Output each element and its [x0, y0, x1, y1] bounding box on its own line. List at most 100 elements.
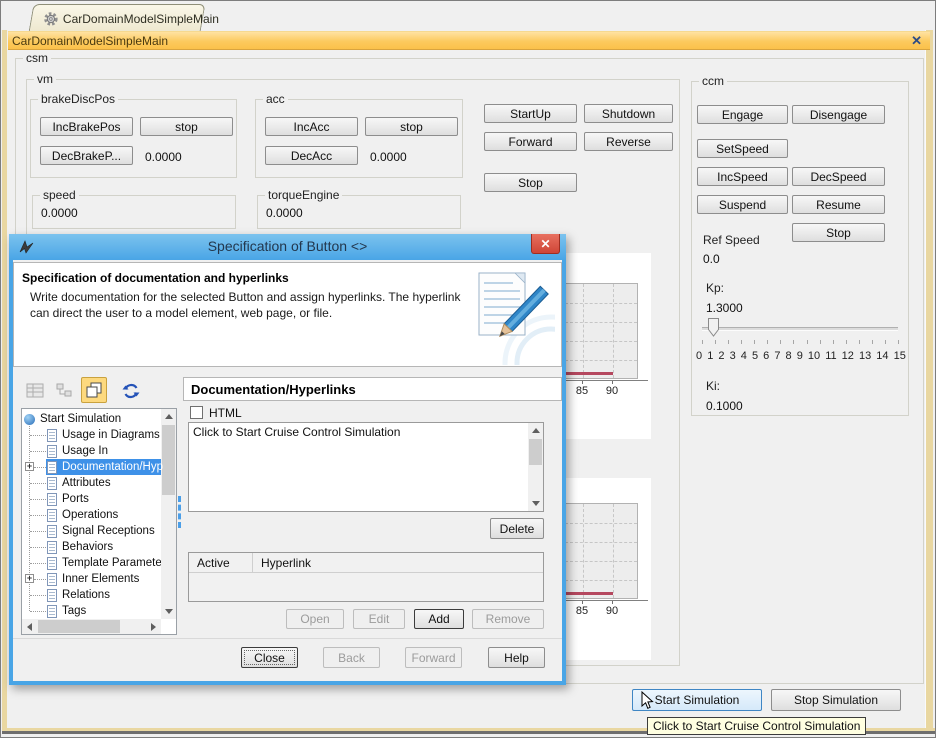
tree-item-documentation[interactable]: Documentation/Hyp [47, 459, 163, 475]
incspeed-button[interactable]: IncSpeed [697, 167, 788, 186]
tree-item-usage-in[interactable]: Usage In [47, 443, 108, 459]
document-icon [47, 477, 57, 490]
content-panel-header: Documentation/Hyperlinks [183, 377, 562, 401]
document-icon [47, 493, 57, 506]
textarea-scrollbar[interactable] [528, 423, 543, 511]
expander-plus-icon[interactable]: + [25, 574, 34, 583]
column-divider [252, 553, 253, 572]
dialog-header-description: Write documentation for the selected But… [30, 289, 460, 321]
shutdown-button[interactable]: Shutdown [584, 104, 673, 123]
expander-plus-icon[interactable]: + [25, 462, 34, 471]
back-button[interactable]: Back [323, 647, 380, 668]
standard-mode-icon[interactable] [81, 377, 107, 403]
column-hyperlink[interactable]: Hyperlink [261, 556, 311, 570]
splitter-handle[interactable] [178, 496, 181, 528]
tree-vertical-scrollbar[interactable] [161, 409, 176, 619]
decspeed-button[interactable]: DecSpeed [792, 167, 885, 186]
chart-2-tick-85: 85 [571, 605, 593, 617]
content-panel-title: Documentation/Hyperlinks [184, 378, 561, 397]
tree-item-behaviors[interactable]: Behaviors [47, 539, 113, 555]
scroll-right-icon[interactable] [146, 619, 161, 634]
tree-item-attributes[interactable]: Attributes [47, 475, 111, 491]
document-icon [47, 429, 57, 442]
incacc-button[interactable]: IncAcc [265, 117, 358, 136]
decacc-button[interactable]: DecAcc [265, 146, 358, 165]
tooltip: Click to Start Cruise Control Simulation [647, 717, 866, 735]
forward-button-dialog[interactable]: Forward [405, 647, 462, 668]
stop-simulation-button[interactable]: Stop Simulation [771, 689, 901, 711]
diagram-gear-icon [44, 12, 58, 26]
tree-item-relations[interactable]: Relations [47, 587, 110, 603]
document-icon [47, 557, 57, 570]
dialog-footer-separator [13, 638, 562, 639]
disengage-button[interactable]: Disengage [792, 105, 885, 124]
group-torqueengine-label: torqueEngine [265, 188, 342, 202]
add-button[interactable]: Add [414, 609, 464, 629]
dialog-header-title: Specification of documentation and hyper… [22, 271, 289, 285]
kp-slider-thumb[interactable] [708, 318, 720, 340]
refresh-icon[interactable] [121, 381, 141, 404]
mouse-cursor [641, 691, 655, 714]
specification-dialog: Specification of Button <> ✕ Specificati… [9, 234, 566, 685]
column-active[interactable]: Active [197, 556, 230, 570]
torqueengine-value: 0.0000 [266, 206, 303, 220]
document-icon [47, 573, 57, 586]
tree-view-icon[interactable] [55, 382, 75, 403]
delete-button[interactable]: Delete [490, 518, 544, 539]
resume-button[interactable]: Resume [792, 195, 885, 214]
tree-item-signal-receptions[interactable]: Signal Receptions [47, 523, 155, 539]
properties-table-icon[interactable] [26, 382, 46, 403]
gridline [583, 504, 584, 598]
decbrakepos-button[interactable]: DecBrakeP... [40, 146, 133, 165]
open-button[interactable]: Open [286, 609, 344, 629]
ccm-stop-button[interactable]: Stop [792, 223, 885, 242]
group-speed-label: speed [40, 188, 79, 202]
reverse-button[interactable]: Reverse [584, 132, 673, 151]
group-ccm: ccm [691, 81, 909, 416]
html-checkbox[interactable] [190, 406, 203, 419]
chart-1-tick-90: 90 [601, 385, 623, 397]
tree-item-template-parameters[interactable]: Template Paramete [47, 555, 162, 571]
frame-close-icon[interactable]: ✕ [911, 33, 922, 49]
tree-horizontal-scrollbar[interactable] [22, 619, 161, 634]
group-csm-label: csm [23, 51, 51, 65]
tree-item-tags[interactable]: Tags [47, 603, 86, 619]
scroll-left-icon[interactable] [22, 619, 37, 634]
edit-button[interactable]: Edit [353, 609, 405, 629]
startup-button[interactable]: StartUp [484, 104, 577, 123]
app-window: CarDomainModelSimpleMain CarDomainModelS… [0, 0, 936, 738]
scroll-up-icon[interactable] [161, 409, 176, 424]
document-icon [47, 509, 57, 522]
tree-item-operations[interactable]: Operations [47, 507, 118, 523]
tab-car-domain-model[interactable]: CarDomainModelSimpleMain [29, 4, 206, 32]
dialog-close-button[interactable]: ✕ [531, 234, 560, 254]
kp-slider-ticks [702, 340, 899, 344]
remove-button[interactable]: Remove [472, 609, 544, 629]
kp-slider-track[interactable] [702, 327, 898, 331]
document-icon [47, 541, 57, 554]
tree-item-usage-in-diagrams[interactable]: Usage in Diagrams [47, 427, 160, 443]
magicdraw-logo-icon [18, 239, 35, 258]
brake-stop-button[interactable]: stop [140, 117, 233, 136]
engage-button[interactable]: Engage [697, 105, 788, 124]
tree-item-inner-elements[interactable]: Inner Elements [47, 571, 139, 587]
incbrakepos-button[interactable]: IncBrakePos [40, 117, 133, 136]
kp-slider-tick-labels: 0123456789101112131415 [696, 350, 906, 362]
vm-stop-button[interactable]: Stop [484, 173, 577, 192]
suspend-button[interactable]: Suspend [697, 195, 788, 214]
tree-root[interactable]: Start Simulation [24, 411, 121, 427]
documentation-textarea[interactable]: Click to Start Cruise Control Simulation [188, 422, 544, 512]
group-brakediscpos-label: brakeDiscPos [38, 92, 118, 106]
acc-stop-button[interactable]: stop [365, 117, 458, 136]
document-icon [47, 589, 57, 602]
help-button[interactable]: Help [488, 647, 545, 668]
brake-value: 0.0000 [145, 150, 182, 164]
scroll-down-icon[interactable] [528, 496, 543, 511]
forward-button[interactable]: Forward [484, 132, 577, 151]
close-button[interactable]: Close [241, 647, 298, 668]
scroll-up-icon[interactable] [528, 423, 543, 438]
dialog-header-panel: Specification of documentation and hyper… [13, 262, 562, 367]
tree-item-ports[interactable]: Ports [47, 491, 89, 507]
setspeed-button[interactable]: SetSpeed [697, 139, 788, 158]
scroll-down-icon[interactable] [161, 604, 176, 619]
